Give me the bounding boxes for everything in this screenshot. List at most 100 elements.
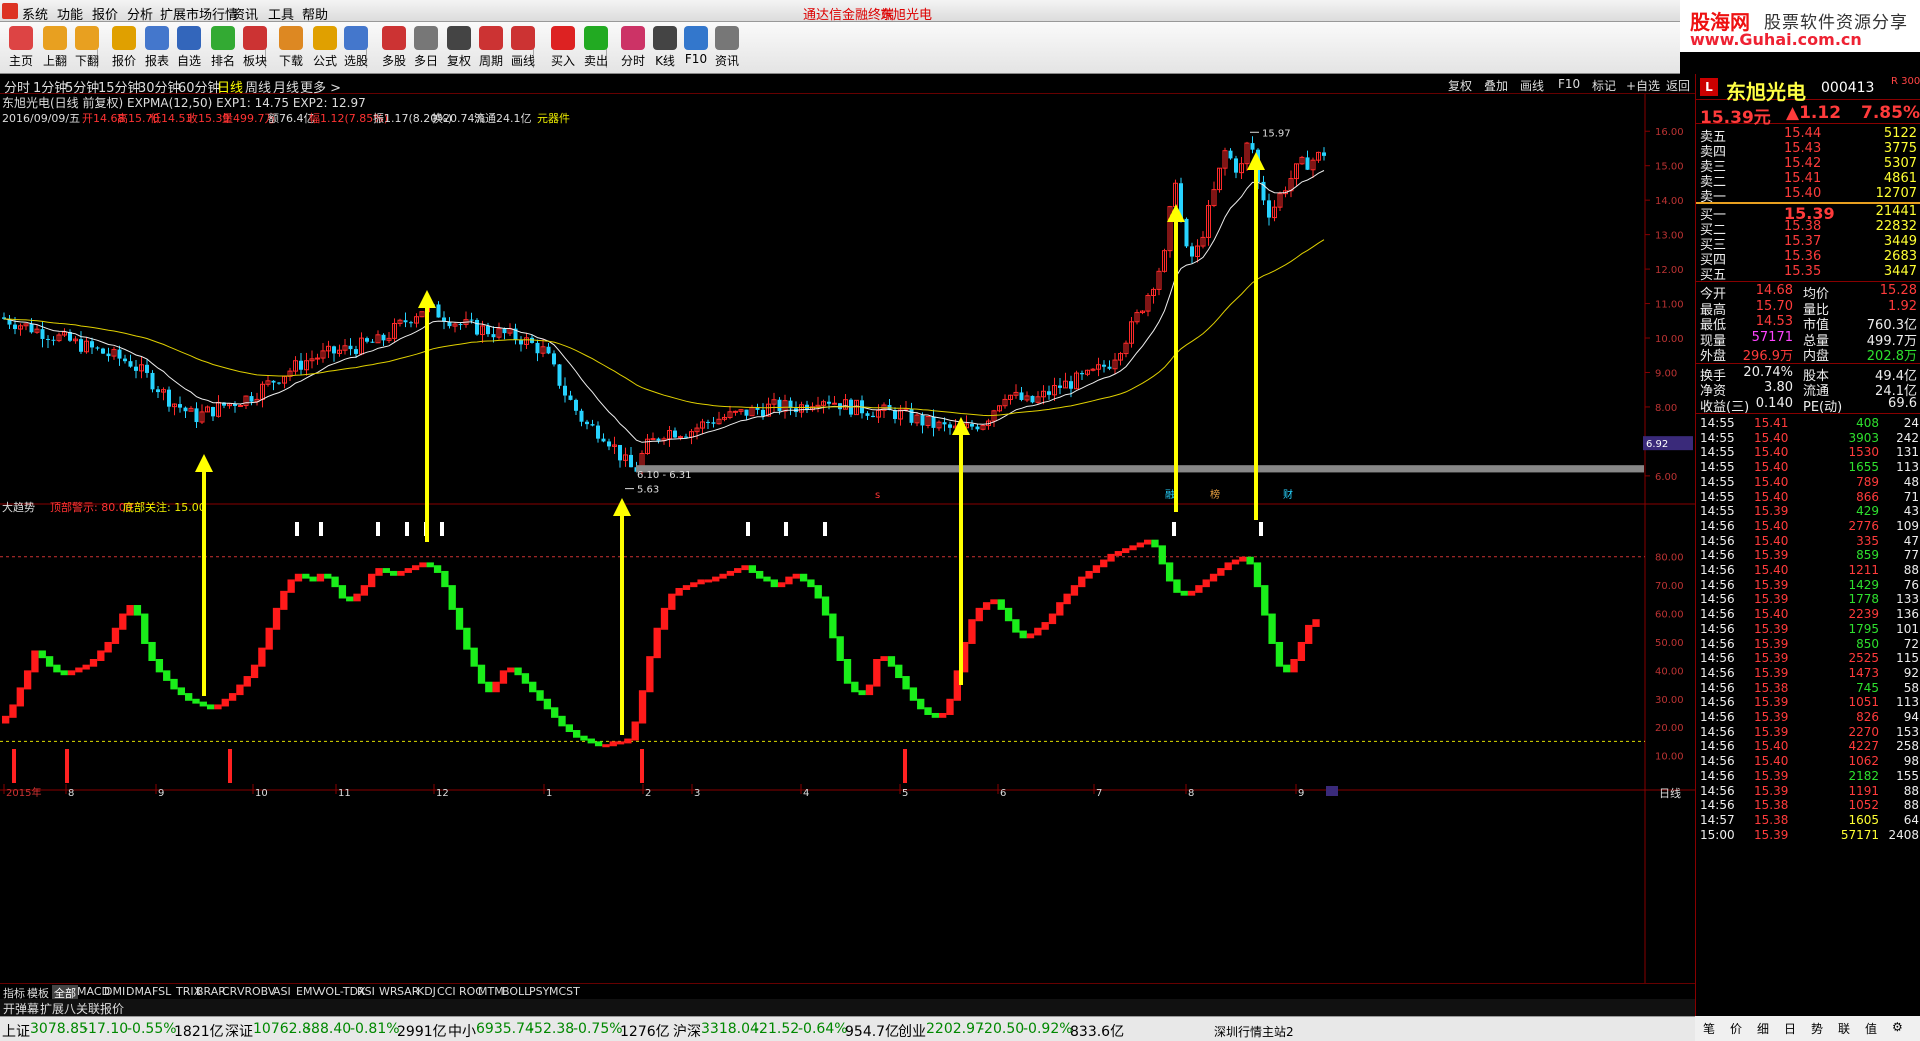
menu-ext-market[interactable]: 扩展市场行情 (160, 4, 238, 23)
indicator-step (631, 721, 639, 741)
indicator-step (23, 670, 32, 690)
index-name[interactable]: 创业 (898, 1021, 926, 1041)
chart-action-0[interactable]: 复权 (1448, 77, 1472, 94)
indicator-tab-kdj[interactable]: KDJ (417, 985, 436, 998)
indicator-step (67, 670, 76, 676)
menu-analysis[interactable]: 分析 (127, 4, 153, 23)
chart-action-4[interactable]: 标记 (1592, 77, 1616, 94)
indicator-tab-fsl[interactable]: FSL (152, 985, 171, 998)
index-name[interactable]: 深证 (225, 1021, 253, 1041)
panel-tab-5[interactable]: 联 (1838, 1020, 1850, 1037)
menu-tools[interactable]: 工具 (268, 4, 294, 23)
candle-body (975, 426, 980, 430)
menu-function[interactable]: 功能 (57, 4, 83, 23)
toolbar-button-2[interactable]: 下翻 (68, 24, 106, 72)
ask-price: 15.40 (1784, 186, 1822, 201)
indicator-tab-asi[interactable]: ASI (273, 985, 291, 998)
indicator-tab-mtm[interactable]: MTM (478, 985, 504, 998)
indicator-tab-rsi[interactable]: RSI (357, 985, 375, 998)
toolbar-button-17[interactable]: 卖出 (577, 24, 615, 72)
toolbar-button-7[interactable]: 板块 (236, 24, 274, 72)
toolbar-button-label: 主页 (8, 54, 33, 68)
indicator-tab-dma[interactable]: DMA (126, 985, 152, 998)
candle-body (458, 324, 463, 326)
panel-tab-6[interactable]: 值 (1865, 1020, 1877, 1037)
indicator-tab-emv[interactable]: EMV (296, 985, 320, 998)
down-arrow-icon (75, 26, 99, 50)
sub-tab-0[interactable]: 开弹幕 (3, 1000, 39, 1017)
toolbar-button-10[interactable]: 选股 (337, 24, 375, 72)
indicator-tick: 60.00 (1655, 610, 1684, 621)
panel-tab-1[interactable]: 价 (1730, 1020, 1742, 1037)
tick-price: 15.40 (1754, 430, 1789, 445)
chart-area[interactable]: 东旭光电(日线 前复权) EXPMA(12,50) EXP1: 14.75 EX… (0, 94, 1695, 983)
indicator-tab-psy[interactable]: PSY (529, 985, 549, 998)
sub-tab-1[interactable]: 扩展八 (40, 1000, 76, 1017)
panel-tab-4[interactable]: 势 (1811, 1020, 1823, 1037)
bid-row[interactable]: 买五 15.35 3447 (1696, 264, 1920, 283)
indicator-tab-vr[interactable]: VR (237, 985, 252, 998)
indicator-tab-boll[interactable]: BOLL (502, 985, 530, 998)
chart-action-2[interactable]: 画线 (1520, 77, 1544, 94)
indicator-tab-sar[interactable]: SAR (397, 985, 419, 998)
index-name[interactable]: 沪深 (673, 1021, 701, 1041)
indicator-tab-cr[interactable]: CR (222, 985, 237, 998)
candle-body (123, 358, 127, 362)
month-label: 2 (645, 788, 651, 799)
indicator-bottom-attention: 底部关注: 15.00 (123, 500, 206, 514)
panel-tab-3[interactable]: 日 (1784, 1020, 1796, 1037)
chart-action-3[interactable]: F10 (1558, 77, 1580, 91)
toolbar-button-15[interactable]: 画线 (504, 24, 542, 72)
tick-count: 92 (1903, 665, 1919, 680)
indicator-tab-wr[interactable]: WR (379, 985, 398, 998)
indicator-step (1026, 633, 1035, 639)
panel-tab-7[interactable]: ⚙ (1892, 1020, 1903, 1034)
chart-action-5[interactable]: +自选 (1626, 77, 1660, 94)
stat-value: 3.80 (1764, 380, 1793, 395)
indicator-tab-mcst[interactable]: MCST (549, 985, 580, 998)
toolbar-button-21[interactable]: 资讯 (708, 24, 746, 72)
app-logo-icon (2, 3, 18, 19)
index-name[interactable]: 上证 (2, 1021, 30, 1041)
candle-body (1102, 364, 1106, 367)
menu-quote[interactable]: 报价 (92, 4, 118, 23)
top-signal-mark (376, 522, 380, 536)
indicator-step (536, 690, 544, 701)
indicator-step (1019, 630, 1027, 639)
stock-name[interactable]: 东旭光电 (1726, 76, 1806, 105)
indicator-step (1202, 579, 1210, 588)
chart-action-1[interactable]: 叠加 (1484, 77, 1508, 94)
panel-tab-0[interactable]: 笔 (1703, 1020, 1715, 1037)
index-name[interactable]: 中小 (448, 1021, 476, 1041)
candle-body (403, 320, 408, 323)
menu-system[interactable]: 系统 (22, 4, 48, 23)
tick-vol: 1530 (1848, 445, 1879, 460)
candle-body (684, 436, 688, 438)
indicator-step (975, 607, 983, 622)
month-label: 1 (546, 788, 552, 799)
candle-body (145, 364, 149, 373)
toolbar-button-5[interactable]: 自选 (170, 24, 208, 72)
tick-count: 131 (1896, 445, 1919, 460)
candle-body (277, 382, 281, 384)
toolbar-button-8[interactable]: 下载 (272, 24, 310, 72)
price-tick: 9.00 (1655, 368, 1677, 379)
sub-tab-2[interactable]: 关联报价 (76, 1000, 124, 1017)
indicator-tab-cci[interactable]: CCI (437, 985, 456, 998)
menu-help[interactable]: 帮助 (302, 4, 328, 23)
indicator-tab-obv[interactable]: OBV (252, 985, 275, 998)
tick-count: 71 (1903, 489, 1919, 504)
indicator-step (572, 730, 581, 738)
toolbar-button-0[interactable]: 主页 (2, 24, 40, 72)
candle-body (348, 345, 353, 350)
panel-tab-2[interactable]: 细 (1757, 1020, 1769, 1037)
tick-time: 14:55 (1700, 416, 1735, 430)
toolbar-button-label: 分时 (620, 54, 645, 68)
toolbar-button-label: 复权 (446, 54, 471, 68)
chart-action-6[interactable]: 返回 (1666, 77, 1690, 94)
indicator-step (411, 565, 420, 571)
toolbar-button-label: 选股 (343, 54, 368, 68)
menu-news[interactable]: 资讯 (232, 4, 258, 23)
indicator-tab-dmi[interactable]: DMI (104, 985, 125, 998)
price-change-pct: 7.85% (1861, 103, 1920, 123)
